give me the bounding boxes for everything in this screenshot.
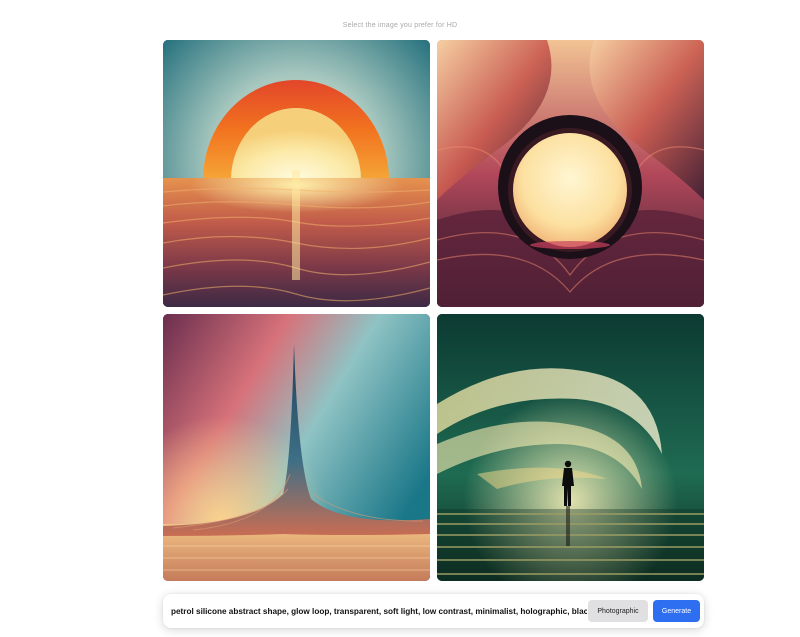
image-option-4[interactable] [437, 314, 704, 581]
prompt-input[interactable] [171, 601, 587, 621]
image-option-1[interactable] [163, 40, 430, 307]
image-option-3[interactable] [163, 314, 430, 581]
generate-button[interactable]: Generate [653, 600, 700, 622]
spire-wave-image [163, 314, 430, 581]
silhouette-aurora-image [437, 314, 704, 581]
style-select-button[interactable]: Photographic [588, 600, 648, 622]
instruction-text: Select the image you prefer for HD [342, 22, 458, 29]
sunset-arch-image [163, 40, 430, 307]
image-grid [163, 40, 704, 581]
prompt-bar: Photographic Generate [163, 594, 704, 628]
image-option-2[interactable] [437, 40, 704, 307]
glowing-ring-image [437, 40, 704, 307]
